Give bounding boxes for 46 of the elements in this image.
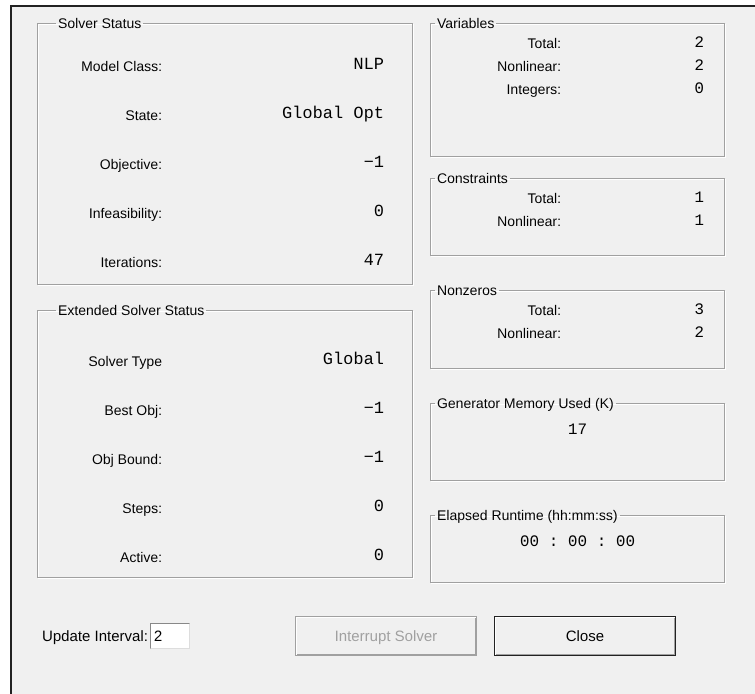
field-label: Total: — [526, 34, 561, 50]
field-label: Integers: — [506, 80, 561, 96]
field-value: 1 — [693, 212, 704, 230]
field-label: Obj Bound: — [90, 450, 162, 466]
field-value: Global Opt — [280, 105, 384, 124]
field-label: Update Interval: — [42, 628, 148, 644]
field-value: −1 — [362, 449, 384, 468]
field-value: 2 — [693, 34, 704, 52]
input-field[interactable]: 2 — [150, 623, 190, 649]
field-value: 17 — [566, 420, 588, 439]
field-label: Best Obj: — [103, 402, 162, 418]
field-label: Active: — [118, 548, 162, 564]
field-label: State: — [124, 106, 162, 122]
group-title: Constraints — [436, 170, 509, 186]
field-value: 2 — [693, 324, 704, 342]
field-value: 0 — [693, 80, 704, 98]
field-label: Model Class: — [80, 58, 162, 74]
field-value: 47 — [362, 252, 384, 271]
field-value: 0 — [372, 547, 384, 566]
field-value: 1 — [693, 188, 704, 206]
group-title: Generator Memory Used (K) — [436, 395, 615, 411]
field-value: −1 — [362, 400, 384, 419]
field-value: 00 : 00 : 00 — [518, 532, 636, 551]
field-value: −1 — [362, 154, 384, 173]
field-value: 2 — [693, 56, 704, 74]
field-label: Solver Type — [87, 352, 162, 368]
field-label: Nonlinear: — [496, 58, 561, 74]
field-label: Nonlinear: — [496, 212, 561, 228]
close-button[interactable]: Close — [494, 616, 676, 656]
group-title: Elapsed Runtime (hh:mm:ss) — [436, 507, 619, 523]
group-title: Nonzeros — [436, 282, 498, 298]
field-value: NLP — [352, 56, 384, 75]
field-label: Iterations: — [100, 254, 162, 270]
group-title: Variables — [436, 15, 496, 31]
field-value: 3 — [693, 300, 704, 318]
group-title: Extended Solver Status — [57, 302, 206, 318]
field-label: Objective: — [98, 156, 162, 172]
field-value: 0 — [372, 498, 384, 517]
group-title: Solver Status — [57, 15, 142, 31]
field-label: Nonlinear: — [496, 324, 561, 340]
field-label: Total: — [526, 190, 561, 206]
field-label: Steps: — [121, 500, 162, 516]
field-value: 0 — [372, 203, 384, 222]
field-value: Global — [322, 351, 384, 370]
field-label: Infeasibility: — [88, 204, 162, 220]
field-label: Total: — [526, 302, 561, 318]
